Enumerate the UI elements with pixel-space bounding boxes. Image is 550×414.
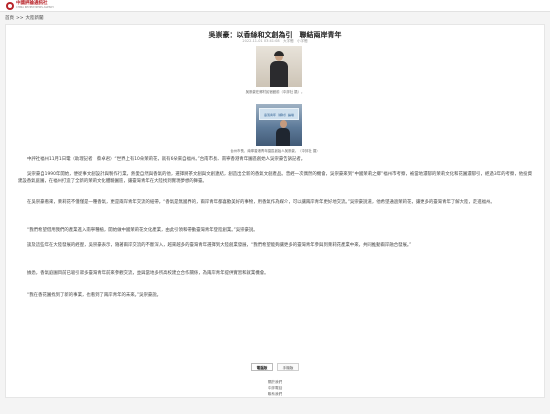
breadcrumb-home[interactable]: 首頁 (5, 15, 14, 21)
article-paragraph: 據悉，香氣庭園目前已吸引眾多臺灣青年前來參觀交流，並與當地多所高校建立合作關係，… (27, 271, 269, 276)
article-panel: 吳崇豪：以香絲和文創為引 聯結兩岸青年 2022-11-01 03:41:08 … (5, 24, 545, 398)
article-photo-forum: 臺灣青年（鄉村）論壇 (256, 104, 302, 146)
article-photo-portrait (256, 46, 302, 87)
breadcrumb-section[interactable]: 大陸新聞 (26, 15, 44, 21)
photo-caption: 台州市長、南寧香港青年園區創始人吳崇豪。（中評社 攝） (230, 149, 320, 153)
logo-icon (6, 1, 14, 10)
logo-subtitle: CHINA REVIEW NEWS AGENCY (16, 5, 54, 9)
breadcrumb-separator: >> (16, 15, 24, 21)
desktop-version-button[interactable]: 電腦版 (251, 363, 273, 371)
article-paragraph: “我們希望借用我們的產業進入南寧種植，開始做中國茉莉花文化產業，由此引領和帶動臺… (27, 228, 258, 233)
article-paragraph: “我在香花園找到了新的事業，也看到了兩岸青年的未來。”吳崇豪說。 (27, 293, 162, 298)
article-meta: 2022-11-01 03:41:08 大字體 小字體 (242, 39, 308, 43)
forum-banner: 臺灣青年（鄉村）論壇 (259, 108, 299, 120)
person-figure (270, 51, 288, 87)
version-switch: 電腦版 手機版 (6, 363, 544, 371)
article-paragraph: 在吳崇豪看來，茉莉花不僅僅是一種香氣，更是兩岸青年交流的紐帶。“香氣是無國界的，… (27, 200, 495, 205)
breadcrumb: 首頁 >> 大陸新聞 (0, 12, 550, 24)
article-paragraph: 談及這些年在大陸發展的經歷，吳崇豪表示，隨著兩岸交流的不斷深入，越來越多的臺灣青… (27, 243, 412, 248)
mobile-version-button[interactable]: 手機版 (277, 363, 299, 371)
top-bar: 中國評論通訊社 CHINA REVIEW NEWS AGENCY (0, 0, 550, 12)
article-paragraph: 中評社福州11月1日電（助理記者 蔡卓君）“世界上有10朵茉莉花，就有6朵來自福… (27, 157, 306, 162)
site-logo[interactable]: 中國評論通訊社 CHINA REVIEW NEWS AGENCY (6, 1, 54, 10)
footer-links: 關於我們 中評電話 聯系我們 (6, 379, 544, 397)
photo-caption: 吳崇豪在鄉村民宿館前（中評社 攝）。 (245, 90, 305, 94)
article-paragraph: 吳崇豪自1990年開始，便從事文創設計與製作行業，熱愛自然與香氣的他，選擇將茶文… (18, 172, 532, 184)
speaker-figure (276, 120, 290, 146)
footer-link[interactable]: 聯系我們 (6, 391, 544, 397)
